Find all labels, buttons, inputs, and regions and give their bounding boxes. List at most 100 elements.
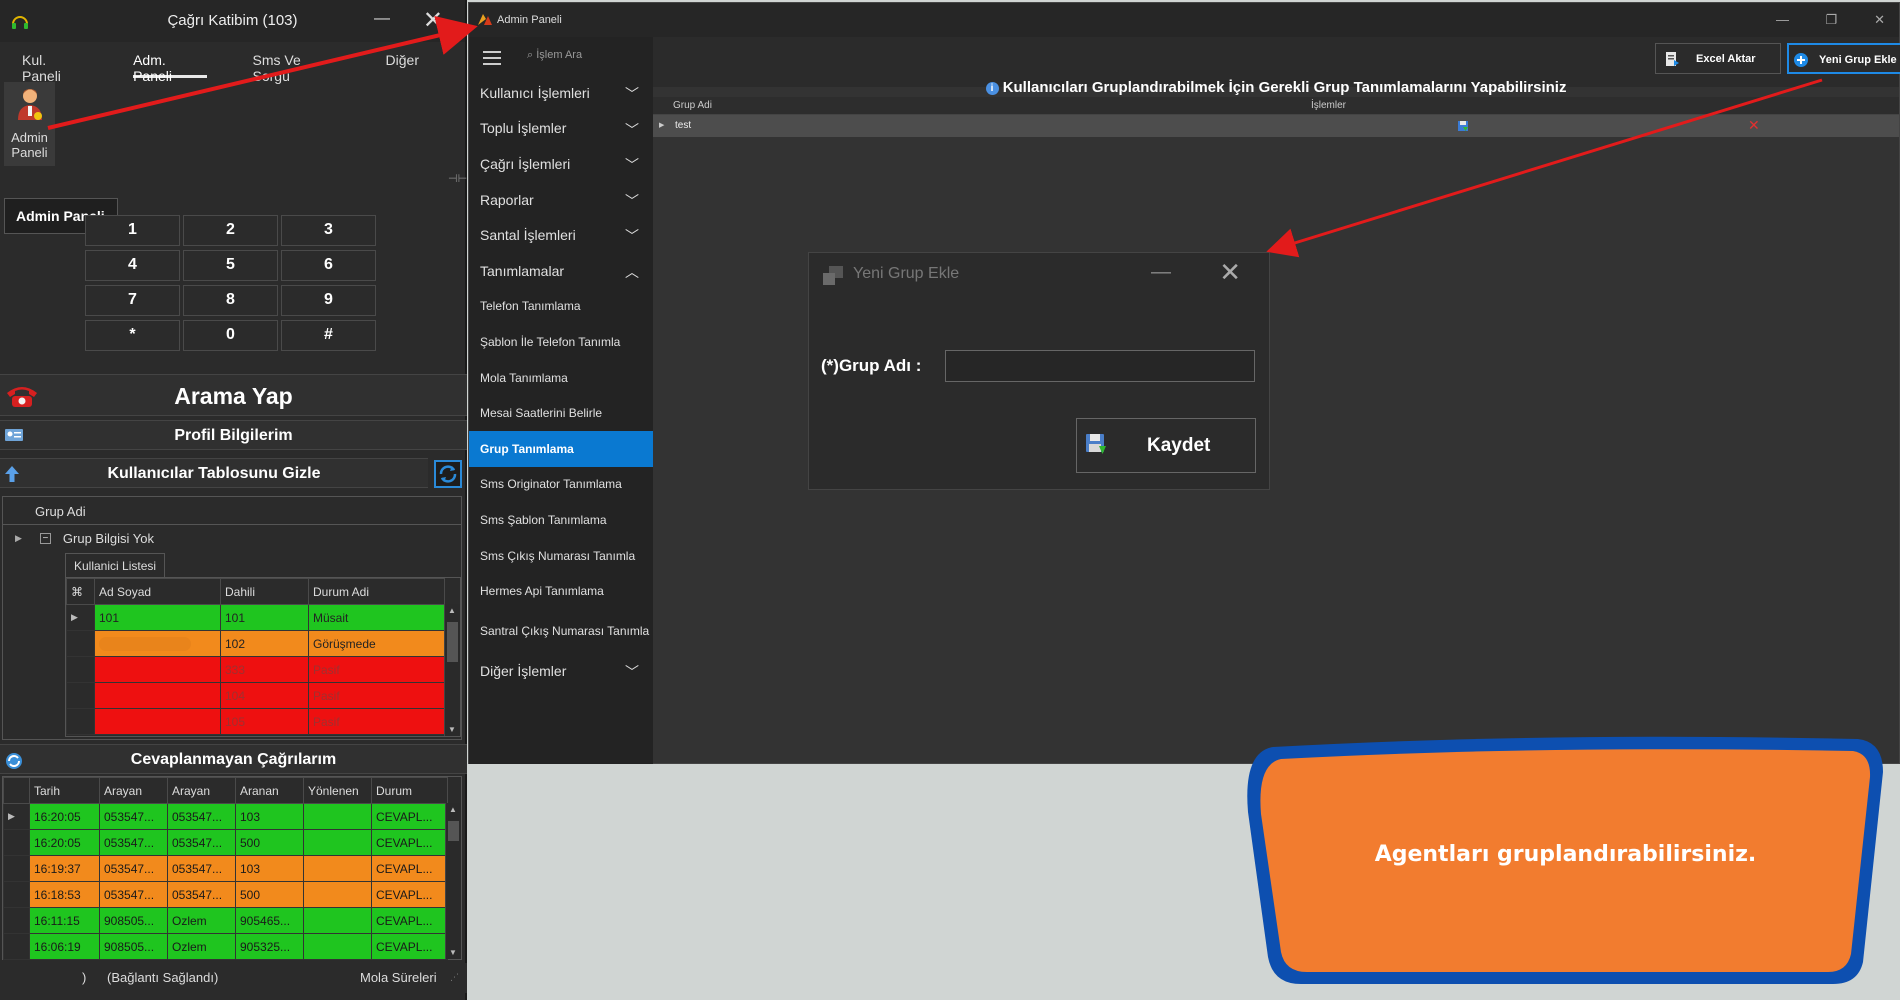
user-list-scrollbar[interactable]: ▲ ▼ xyxy=(444,604,460,736)
sidebar-sub-hermes-api[interactable]: Hermes Api Tanımlama xyxy=(469,573,653,609)
col-aranan[interactable]: Aranan xyxy=(235,777,304,804)
table-row[interactable]: ▶ 101 101 Müsait xyxy=(66,604,445,631)
sidebar-sub-grup-tanimlama[interactable]: Grup Tanımlama xyxy=(469,430,653,467)
sidebar-sub-mesai-saatleri[interactable]: Mesai Saatlerini Belirle xyxy=(469,395,653,431)
key-0[interactable]: 0 xyxy=(183,320,278,351)
close-icon[interactable]: ✕ xyxy=(1219,257,1241,288)
col-yonlenen[interactable]: Yönlenen xyxy=(303,777,372,804)
sidebar-sub-sablon-ile-telefon[interactable]: Şablon İle Telefon Tanımla xyxy=(469,324,653,360)
key-9[interactable]: 9 xyxy=(281,285,376,316)
pin-icon[interactable]: ⊣⊢ xyxy=(448,172,467,185)
group-row[interactable]: ▶ − Grup Bilgisi Yok xyxy=(3,525,461,551)
table-row[interactable]: 333 Pasif xyxy=(66,656,445,683)
users-table-toggle[interactable]: Kullanıcılar Tablosunu Gizle xyxy=(0,458,428,488)
close-icon[interactable]: ✕ xyxy=(1874,12,1885,28)
user-list-subtab[interactable]: Kullanici Listesi xyxy=(65,553,166,578)
cell-ext: 102 xyxy=(220,630,309,657)
sidebar-sub-telefon-tanimlama[interactable]: Telefon Tanımlama xyxy=(469,289,653,325)
sidebar-sub-santral-cikis-numarasi[interactable]: Santral Çıkış Numarası Tanımla xyxy=(469,609,653,653)
missed-calls-bar[interactable]: Cevaplanmayan Çağrılarım xyxy=(0,744,467,774)
menu-search[interactable]: ⌕ İşlem Ara xyxy=(527,49,582,62)
scroll-up-icon[interactable]: ▲ xyxy=(448,606,456,615)
save-edit-icon[interactable] xyxy=(1457,120,1469,132)
sidebar-item-santal-islemleri[interactable]: Santal İşlemleri ﹀ xyxy=(469,217,653,253)
key-5[interactable]: 5 xyxy=(183,250,278,281)
sidebar-item-kullanici-islemleri[interactable]: Kullanıcı İşlemleri ﹀ xyxy=(469,75,653,111)
key-6[interactable]: 6 xyxy=(281,250,376,281)
tab-adm-paneli[interactable]: Adm. Paneli xyxy=(133,42,207,84)
table-row[interactable]: ▶ 16:20:05 053547... 053547... 103 CEVAPL... xyxy=(3,803,448,830)
table-row[interactable]: 16:20:05 053547... 053547... 500 CEVAPL... xyxy=(3,829,448,856)
close-icon[interactable]: ✕ xyxy=(423,6,443,35)
connection-status: (Bağlantı Sağlandı) xyxy=(107,970,219,985)
table-row[interactable]: 104 Pasif xyxy=(66,682,445,709)
col-tarih[interactable]: Tarih xyxy=(29,777,100,804)
resize-grip-icon[interactable]: ⋰ xyxy=(450,972,459,983)
sidebar-item-diger-islemler[interactable]: Diğer İşlemler ﹀ xyxy=(469,653,653,689)
key-star[interactable]: * xyxy=(85,320,180,351)
status-paren: ) xyxy=(82,970,87,985)
sidebar-item-raporlar[interactable]: Raporlar ﹀ xyxy=(469,182,653,218)
sidebar-sub-mola-tanimlama[interactable]: Mola Tanımlama xyxy=(469,360,653,396)
key-8[interactable]: 8 xyxy=(183,285,278,316)
table-row[interactable]: 102 Görüşmede xyxy=(66,630,445,657)
tab-sms-ve-sorgu[interactable]: Sms Ve Sorgu xyxy=(253,42,340,84)
minimize-icon[interactable]: — xyxy=(1776,12,1789,27)
table-row[interactable]: 105 Pasif xyxy=(66,708,445,735)
col-dahili[interactable]: Dahili xyxy=(220,578,309,605)
scroll-thumb[interactable] xyxy=(447,622,458,662)
hamburger-menu-icon[interactable] xyxy=(483,51,501,69)
save-button[interactable]: Kaydet xyxy=(1076,418,1256,473)
col-durum-adi[interactable]: Durum Adi xyxy=(308,578,445,605)
call-cell: 053547... xyxy=(167,881,236,908)
col-islemler[interactable]: İşlemler xyxy=(1311,100,1346,111)
key-3[interactable]: 3 xyxy=(281,215,376,246)
sidebar-sub-sms-sablon[interactable]: Sms Şablon Tanımlama xyxy=(469,502,653,538)
scroll-down-icon[interactable]: ▼ xyxy=(449,948,457,957)
group-name-input[interactable] xyxy=(945,350,1255,382)
table-row[interactable]: 16:06:19 908505... Ozlem 905325... CEVAPL... xyxy=(3,933,448,960)
col-grup-adi[interactable]: Grup Adi xyxy=(673,100,712,111)
scroll-thumb[interactable] xyxy=(448,821,459,841)
calls-scrollbar[interactable]: ▲ ▼ xyxy=(445,803,461,959)
table-row[interactable]: 16:18:53 053547... 053547... 500 CEVAPL... xyxy=(3,881,448,908)
key-4[interactable]: 4 xyxy=(85,250,180,281)
sidebar-item-toplu-islemler[interactable]: Toplu İşlemler ﹀ xyxy=(469,111,653,147)
admin-panel-tile[interactable]: Admin Paneli xyxy=(4,82,55,166)
table-row[interactable]: ▶ test ✕ xyxy=(653,115,1899,137)
new-group-button[interactable]: Yeni Grup Ekle xyxy=(1787,43,1900,74)
restore-icon[interactable]: ❐ xyxy=(1825,12,1837,28)
delete-icon[interactable]: ✕ xyxy=(1748,117,1760,134)
excel-icon xyxy=(1666,52,1679,66)
row-expand-arrow-icon[interactable]: ▶ xyxy=(15,533,22,544)
refresh-button[interactable] xyxy=(434,460,462,488)
excel-export-button[interactable]: Excel Aktar xyxy=(1655,43,1781,74)
key-2[interactable]: 2 xyxy=(183,215,278,246)
call-button[interactable]: Arama Yap xyxy=(0,374,467,416)
tab-kul-paneli[interactable]: Kul. Paneli xyxy=(22,42,87,84)
col-ad-soyad[interactable]: Ad Soyad xyxy=(94,578,221,605)
col-arayan-2[interactable]: Arayan xyxy=(167,777,236,804)
sidebar-item-cagri-islemleri[interactable]: Çağrı İşlemleri ﹀ xyxy=(469,146,653,182)
call-button-label: Arama Yap xyxy=(174,383,293,409)
scroll-down-icon[interactable]: ▼ xyxy=(448,725,456,734)
table-row[interactable]: 16:11:15 908505... Ozlem 905465... CEVAPL... xyxy=(3,907,448,934)
sidebar-sub-sms-originator[interactable]: Sms Originator Tanımlama xyxy=(469,467,653,503)
table-row[interactable]: 16:19:37 053547... 053547... 103 CEVAPL... xyxy=(3,855,448,882)
minimize-icon[interactable]: — xyxy=(1151,261,1171,284)
key-7[interactable]: 7 xyxy=(85,285,180,316)
minimize-icon[interactable]: — xyxy=(374,10,390,28)
scroll-up-icon[interactable]: ▲ xyxy=(449,805,457,814)
profile-button[interactable]: Profil Bilgilerim xyxy=(0,420,467,450)
break-times-link[interactable]: Mola Süreleri xyxy=(360,970,437,985)
sidebar-sub-sms-cikis-numarasi[interactable]: Sms Çıkış Numarası Tanımla xyxy=(469,538,653,574)
col-arayan[interactable]: Arayan xyxy=(99,777,168,804)
tab-diger[interactable]: Diğer xyxy=(386,42,419,78)
cell-name xyxy=(94,656,221,683)
key-hash[interactable]: # xyxy=(281,320,376,351)
grid-options-icon[interactable]: ⌘ xyxy=(66,578,95,605)
sidebar-item-tanimlamalar[interactable]: Tanımlamalar ︿ xyxy=(469,253,653,289)
key-1[interactable]: 1 xyxy=(85,215,180,246)
col-durum[interactable]: Durum xyxy=(371,777,448,804)
collapse-icon[interactable]: − xyxy=(39,532,51,544)
